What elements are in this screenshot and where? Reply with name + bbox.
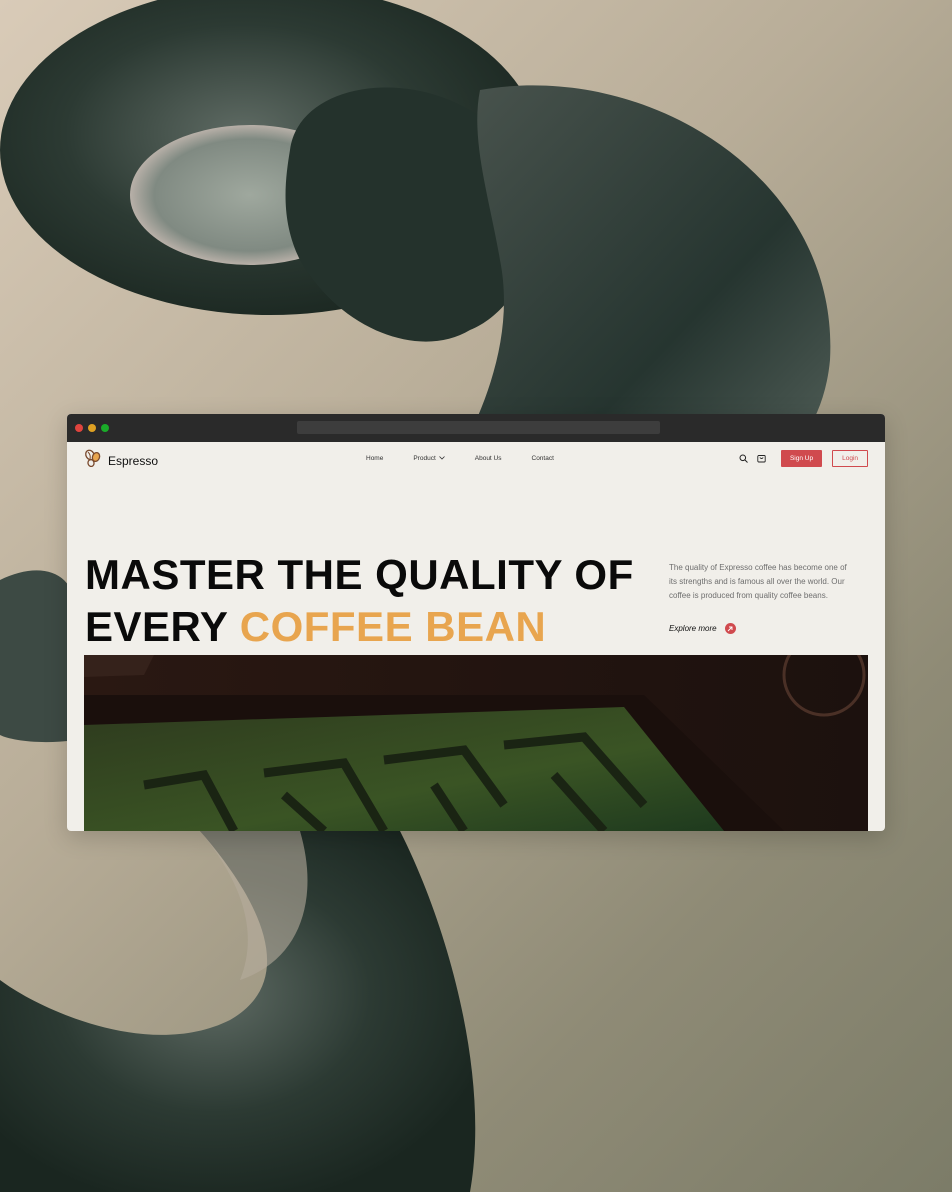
login-button[interactable]: Login: [832, 450, 868, 467]
nav-actions: Sign Up Login: [739, 450, 868, 467]
hero-image: [84, 655, 868, 831]
hero-headline: MASTER THE QUALITY OF EVERY COFFEE BEAN: [85, 549, 634, 653]
nav-item-label: About Us: [474, 455, 502, 462]
nav-item-label: Home: [366, 455, 384, 462]
brand-name: Espresso: [108, 453, 159, 468]
brand[interactable]: Espresso: [84, 449, 158, 472]
hero-description: The quality of Expresso coffee has becom…: [669, 563, 847, 600]
headline-accent: COFFEE BEAN: [239, 603, 547, 650]
nav-item-label: Contact: [531, 455, 554, 462]
espresso-machine-display-image: [84, 655, 868, 831]
address-bar[interactable]: [297, 421, 660, 434]
top-navbar: Espresso Home Product About Us Contact S…: [67, 442, 885, 476]
browser-chrome: [67, 414, 885, 442]
sign-up-button[interactable]: Sign Up: [780, 450, 823, 467]
explore-more-label: Explore more: [669, 624, 717, 633]
browser-window: Espresso Home Product About Us Contact S…: [67, 414, 885, 831]
headline-line-1: MASTER THE QUALITY OF: [85, 551, 634, 598]
explore-more-link[interactable]: Explore more: [669, 623, 736, 634]
nav-item-label: Product: [413, 455, 436, 462]
close-window-dot[interactable]: [75, 424, 83, 432]
nav-item-contact[interactable]: Contact: [532, 455, 554, 462]
main-menu: Home Product About Us Contact: [366, 455, 584, 462]
nav-item-home[interactable]: Home: [366, 455, 383, 462]
arrow-up-right-icon: [724, 623, 736, 634]
minimize-window-dot[interactable]: [88, 424, 96, 432]
nav-item-product[interactable]: Product: [413, 455, 445, 462]
chevron-down-icon: [438, 455, 445, 462]
cart-icon[interactable]: [757, 454, 767, 464]
search-icon[interactable]: [739, 454, 749, 464]
coffee-beans-logo-icon: [84, 449, 102, 472]
maximize-window-dot[interactable]: [101, 424, 109, 432]
headline-line-2-prefix: EVERY: [85, 603, 228, 650]
nav-item-about-us[interactable]: About Us: [475, 455, 502, 462]
